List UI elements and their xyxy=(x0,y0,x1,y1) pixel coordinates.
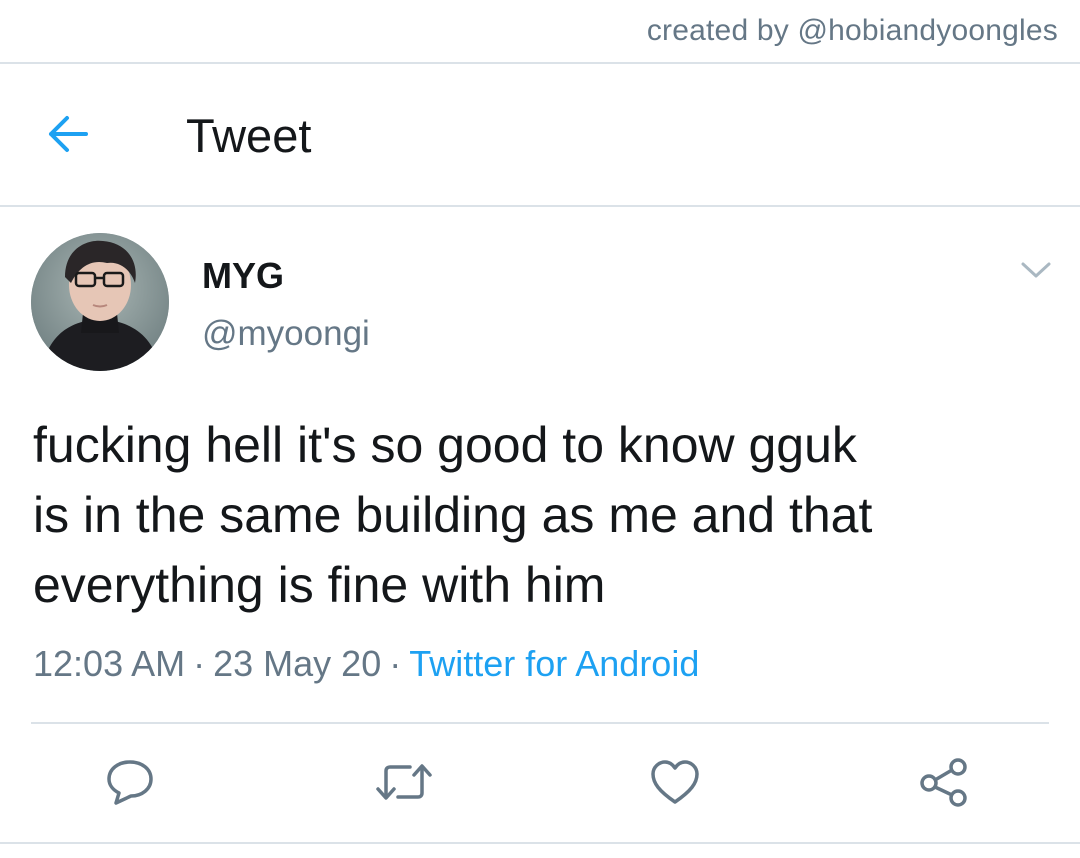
chevron-down-icon xyxy=(1021,262,1051,278)
meta-separator: · xyxy=(389,643,402,684)
creator-credit: created by @hobiandyoongles xyxy=(646,14,1058,47)
actions-divider xyxy=(31,722,1049,724)
tweet-date: 23 May 20 xyxy=(213,643,382,684)
tweet-body: fucking hell it's so good to know gguk i… xyxy=(33,417,873,613)
tweet-actions xyxy=(0,752,1080,812)
retweet-icon xyxy=(376,764,432,800)
speech-bubble-icon xyxy=(107,760,153,805)
share-button[interactable] xyxy=(914,752,974,812)
tweet-source-link[interactable]: Twitter for Android xyxy=(409,643,699,684)
tweet-time: 12:03 AM xyxy=(33,643,186,684)
tweet-menu-button[interactable] xyxy=(1014,252,1058,288)
heart-icon xyxy=(651,760,699,804)
reply-button[interactable] xyxy=(100,752,160,812)
retweet-button[interactable] xyxy=(374,752,434,812)
tweet-header: Tweet xyxy=(0,62,1080,206)
back-button[interactable] xyxy=(40,106,96,162)
bottom-divider xyxy=(0,842,1080,844)
meta-separator: · xyxy=(193,643,206,684)
avatar[interactable] xyxy=(31,233,169,371)
tweet-meta: 12:03 AM · 23 May 20 · Twitter for Android xyxy=(33,643,699,685)
author-handle[interactable]: @myoongi xyxy=(202,314,370,354)
arrow-left-icon xyxy=(49,116,88,152)
author-display-name[interactable]: MYG xyxy=(202,255,284,297)
like-button[interactable] xyxy=(645,752,705,812)
profile-photo xyxy=(31,233,169,371)
page-title: Tweet xyxy=(186,109,312,162)
header-divider xyxy=(0,205,1080,207)
share-icon xyxy=(920,758,967,807)
